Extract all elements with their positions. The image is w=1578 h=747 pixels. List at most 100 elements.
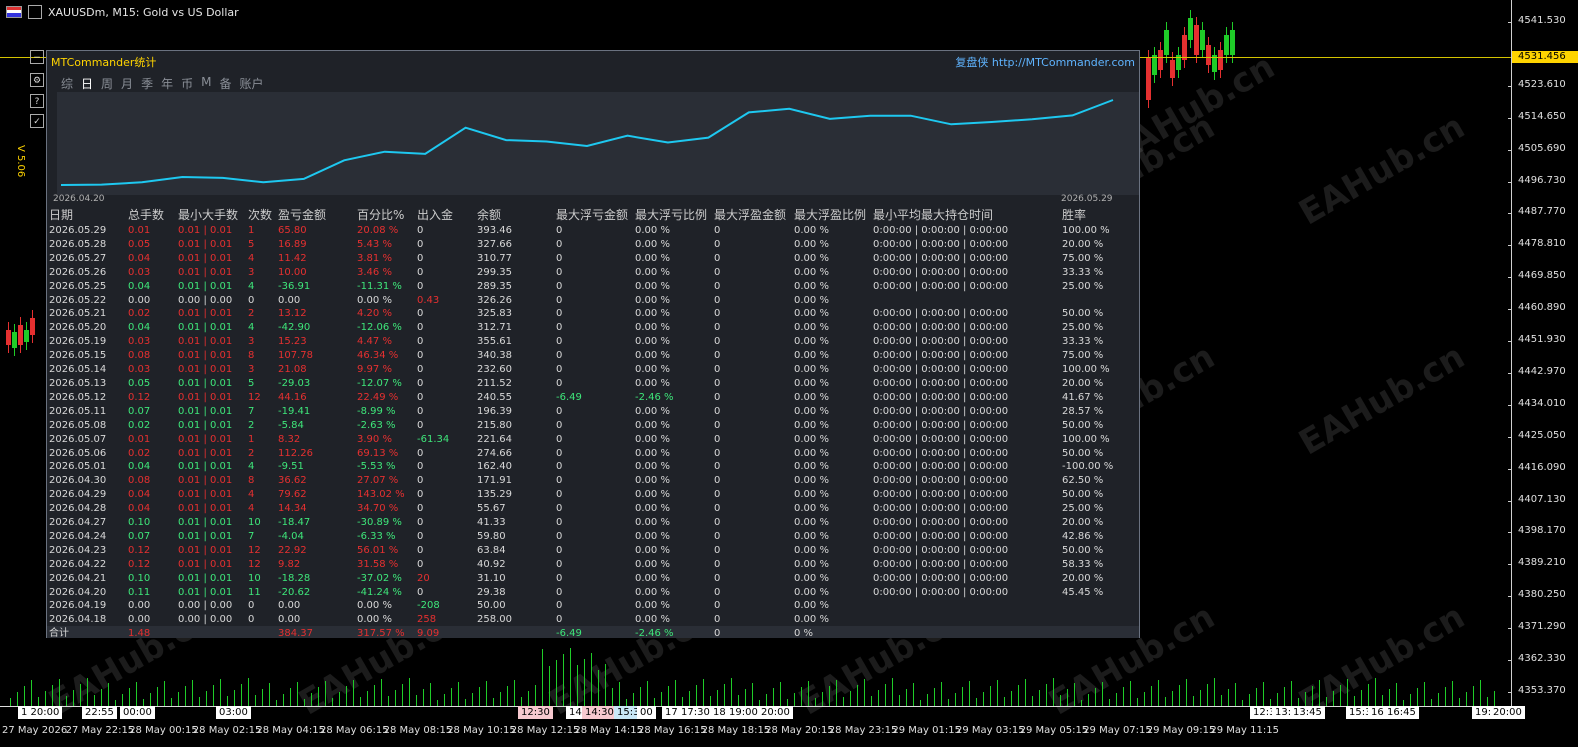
table-cell: 0: [556, 294, 563, 306]
volume-bar: [556, 660, 557, 706]
tab-9[interactable]: 账户: [239, 75, 263, 92]
table-cell: 20.08 %: [357, 225, 399, 236]
table-row[interactable]: 2026.05.25 0.04 0.01 | 0.01 4 -36.91 -11.31 %…: [49, 280, 1124, 294]
volume-bar: [927, 694, 928, 706]
volume-bar: [773, 688, 774, 706]
table-cell: 33.33 %: [1062, 336, 1104, 348]
volume-bar: [220, 679, 221, 706]
table-cell: 0.00 %: [794, 294, 829, 306]
volume-bar: [948, 699, 949, 706]
table-cell: 0.00: [278, 614, 301, 626]
table-row[interactable]: 2026.05.06 0.02 0.01 | 0.01 2 112.26 69.13 % 0…: [49, 447, 1124, 461]
table-cell: 0:00:00 | 0:00:00 | 0:00:00: [873, 252, 1009, 264]
candle-body: [1224, 35, 1229, 55]
panel-link-url[interactable]: http://MTCommander.com: [992, 56, 1135, 69]
volume-bar: [444, 694, 445, 706]
volume-bar: [115, 700, 116, 706]
time-label: 28 May 06:15: [320, 725, 389, 736]
volume-bar: [360, 697, 361, 706]
total-cell: 317.57 %: [357, 628, 405, 640]
table-row[interactable]: 2026.05.15 0.08 0.01 | 0.01 8 107.78 46.34 % 0…: [49, 349, 1124, 363]
tab-0[interactable]: 综: [61, 75, 73, 92]
table-cell: 0: [714, 517, 721, 529]
volume-bar: [717, 690, 718, 706]
volume-bar: [388, 696, 389, 706]
minimize-icon[interactable]: −: [30, 50, 44, 64]
table-row[interactable]: 2026.04.18 0.00 0.00 | 0.00 0 0.00 0.00 % 258 2…: [49, 613, 1124, 627]
table-row[interactable]: 2026.05.01 0.04 0.01 | 0.01 4 -9.51 -5.53 % 0 1…: [49, 460, 1124, 474]
table-cell: 50.00 %: [1062, 447, 1104, 459]
table-row[interactable]: 2026.05.14 0.03 0.01 | 0.01 3 21.08 9.97 % 0 23…: [49, 363, 1124, 377]
table-row[interactable]: 2026.04.27 0.10 0.01 | 0.01 10 -18.47 -30.89 …: [49, 516, 1124, 530]
tab-8[interactable]: 备: [219, 75, 231, 92]
table-row[interactable]: 2026.05.26 0.03 0.01 | 0.01 3 10.00 3.46 % 0 29…: [49, 266, 1124, 280]
table-row[interactable]: 2026.04.22 0.12 0.01 | 0.01 12 9.82 31.58 % 0 4…: [49, 558, 1124, 572]
volume-bar: [780, 682, 781, 706]
volume-bar: [1424, 682, 1425, 706]
check-icon[interactable]: ✓: [30, 114, 44, 128]
table-row[interactable]: 2026.05.20 0.04 0.01 | 0.01 4 -42.90 -12.06 %…: [49, 321, 1124, 335]
tab-2[interactable]: 周: [101, 75, 113, 92]
time-label: 29 May 09:15: [1146, 725, 1216, 736]
tab-3[interactable]: 月: [121, 75, 133, 92]
table-cell: 0.00 %: [635, 405, 670, 417]
table-row[interactable]: 2026.05.28 0.05 0.01 | 0.01 5 16.89 5.43 % 0 32…: [49, 238, 1124, 252]
table-cell: 0.01 | 0.01: [178, 530, 233, 542]
table-cell: 0.08: [128, 350, 151, 362]
table-cell: -20.62: [278, 586, 311, 598]
table-row[interactable]: 2026.04.24 0.07 0.01 | 0.01 7 -4.04 -6.33 % 0 5…: [49, 530, 1124, 544]
table-cell: 10.00: [278, 266, 307, 278]
table-cell: 0.00 %: [635, 252, 670, 264]
volume-bar: [1004, 697, 1005, 706]
table-row[interactable]: 2026.04.19 0.00 0.00 | 0.00 0 0.00 0.00 % -208…: [49, 599, 1124, 613]
table-cell: 33.33 %: [1062, 266, 1104, 278]
table-row[interactable]: 2026.05.22 0.00 0.00 | 0.00 0 0.00 0.00 % 0.43…: [49, 294, 1124, 308]
volume-bar: [1389, 689, 1390, 706]
volume-bar: [549, 666, 550, 706]
table-cell: 59.80: [477, 530, 506, 542]
tab-6[interactable]: 币: [181, 75, 193, 92]
table-row[interactable]: 2026.04.29 0.04 0.01 | 0.01 4 79.62 143.02 % 0…: [49, 488, 1124, 502]
table-row[interactable]: 2026.04.20 0.11 0.01 | 0.01 11 -20.62 -41.24 …: [49, 586, 1124, 600]
table-row[interactable]: 2026.05.13 0.05 0.01 | 0.01 5 -29.03 -12.07 %…: [49, 377, 1124, 391]
candle-body: [1200, 30, 1205, 50]
table-row[interactable]: 2026.05.29 0.01 0.01 | 0.01 1 65.80 20.08 % 0 3…: [49, 224, 1124, 238]
volume-bar: [227, 696, 228, 706]
total-cell: 384.37: [278, 628, 313, 640]
chart-type-icon[interactable]: [28, 5, 42, 19]
table-row[interactable]: 2026.05.12 0.12 0.01 | 0.01 12 44.16 22.49 % 0…: [49, 391, 1124, 405]
table-cell: 0.00 %: [794, 280, 829, 292]
volume-bar: [1081, 700, 1082, 706]
volume-bar: [1473, 686, 1474, 706]
settings-icon[interactable]: ⚙: [30, 73, 44, 87]
table-row[interactable]: 2026.04.30 0.08 0.01 | 0.01 8 36.62 27.07 % 0 1…: [49, 474, 1124, 488]
table-row[interactable]: 2026.05.07 0.01 0.01 | 0.01 1 8.32 3.90 % -61.…: [49, 433, 1124, 447]
table-row[interactable]: 2026.05.11 0.07 0.01 | 0.01 7 -19.41 -8.99 % 0…: [49, 405, 1124, 419]
table-cell: 0.01 | 0.01: [178, 225, 233, 236]
session-flag: 20:00: [758, 706, 793, 719]
tab-4[interactable]: 季: [141, 75, 153, 92]
volume-bar: [164, 681, 165, 706]
table-row[interactable]: 2026.05.27 0.04 0.01 | 0.01 4 11.42 3.81 % 0 31…: [49, 252, 1124, 266]
table-cell: 107.78: [278, 350, 313, 362]
tab-7[interactable]: M: [201, 75, 211, 92]
table-cell: 310.77: [477, 252, 512, 264]
table-cell: 0.00 %: [794, 377, 829, 389]
table-cell: 2026.05.20: [49, 322, 107, 334]
panel-link[interactable]: 复盘侠 http://MTCommander.com: [955, 54, 1135, 70]
help-icon[interactable]: ?: [30, 94, 44, 108]
tab-1[interactable]: 日: [81, 75, 93, 92]
table-row[interactable]: 2026.05.21 0.02 0.01 | 0.01 2 13.12 4.20 % 0 32…: [49, 307, 1124, 321]
table-row[interactable]: 2026.04.21 0.10 0.01 | 0.01 10 -18.28 -37.02 …: [49, 572, 1124, 586]
volume-bar: [1018, 685, 1019, 706]
table-cell: 11.42: [278, 252, 307, 264]
tab-5[interactable]: 年: [161, 75, 173, 92]
table-cell: 0: [556, 447, 563, 459]
table-cell: 2026.04.24: [49, 530, 107, 542]
volume-bar: [486, 681, 487, 706]
table-row[interactable]: 2026.04.28 0.04 0.01 | 0.01 4 14.34 34.70 % 0 5…: [49, 502, 1124, 516]
table-row[interactable]: 2026.05.08 0.02 0.01 | 0.01 2 -5.84 -2.63 % 0 2…: [49, 419, 1124, 433]
table-row[interactable]: 2026.05.19 0.03 0.01 | 0.01 3 15.23 4.47 % 0 35…: [49, 335, 1124, 349]
table-row[interactable]: 2026.04.23 0.12 0.01 | 0.01 12 22.92 56.01 % 0…: [49, 544, 1124, 558]
column-header: 盈亏金额: [278, 207, 327, 222]
